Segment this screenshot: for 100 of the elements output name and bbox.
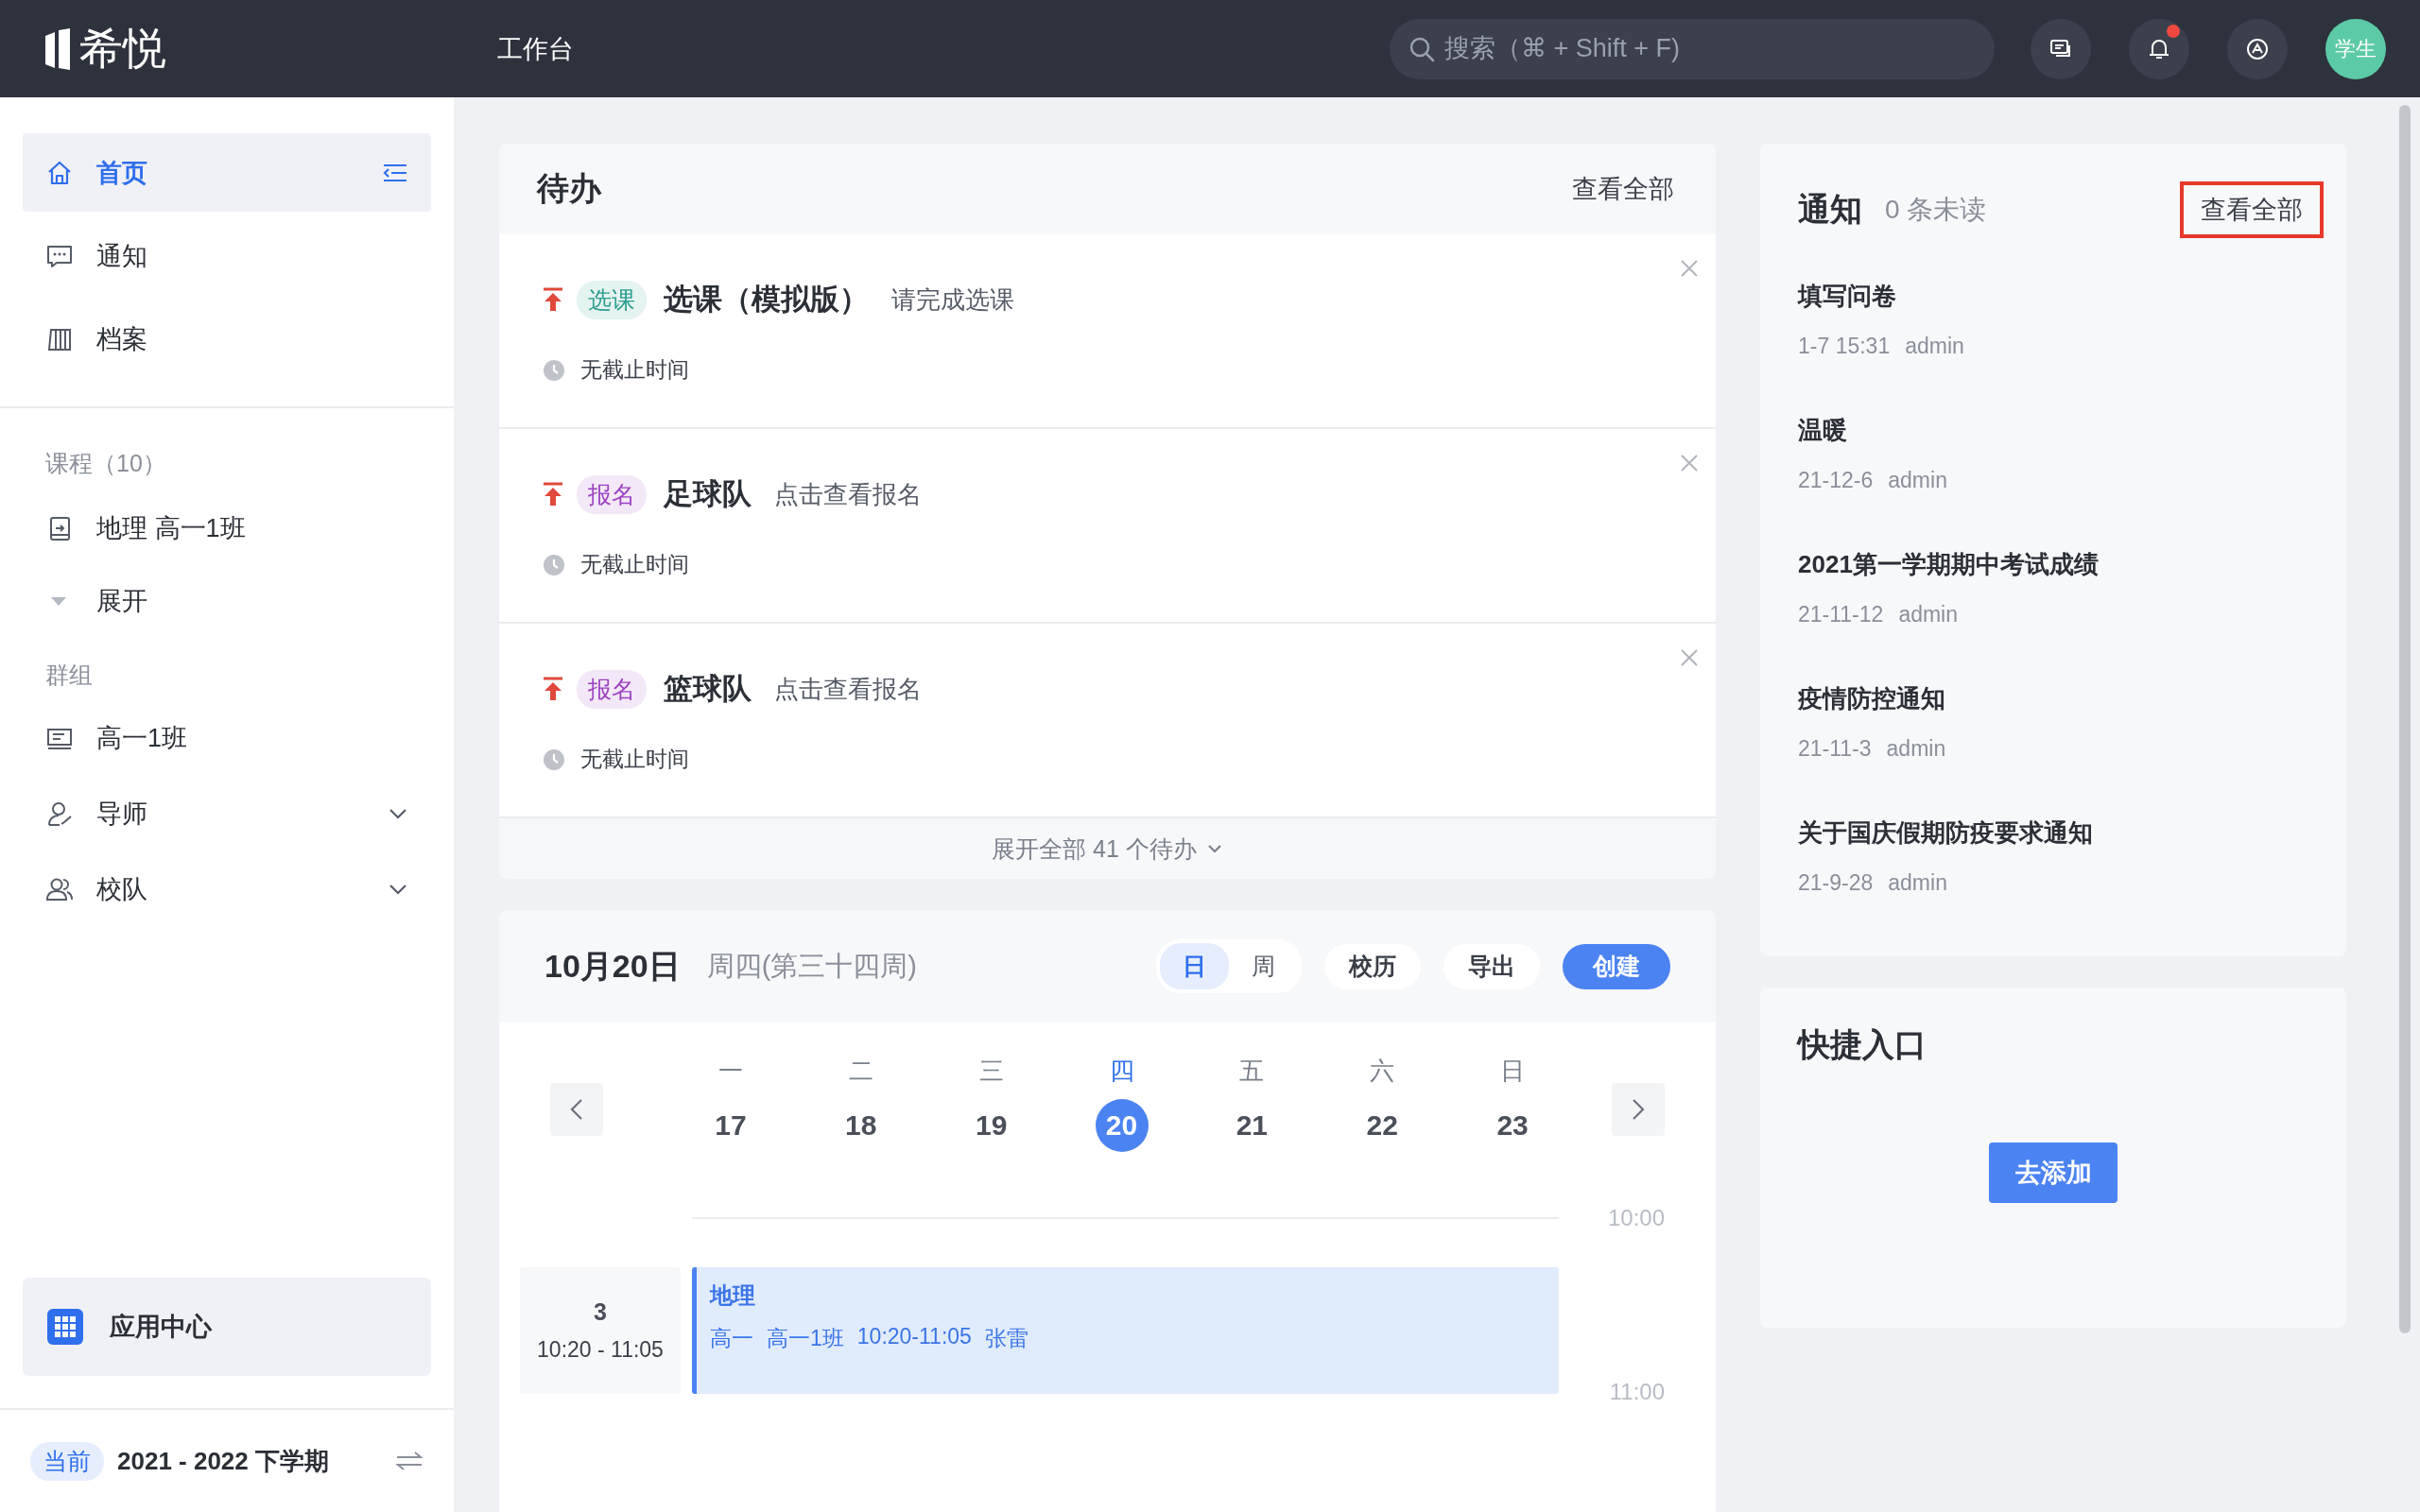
triangle-icon [49, 595, 68, 607]
notice-author: admin [1888, 870, 1947, 896]
collapse-menu-icon[interactable] [382, 162, 408, 183]
sidebar-item[interactable]: 高一1班 [23, 700, 431, 776]
notice-title: 填写问卷 [1798, 281, 1897, 312]
sidebar-item[interactable]: 校队 [23, 851, 431, 927]
close-icon[interactable] [1680, 648, 1699, 667]
day-number: 20 [1095, 1099, 1149, 1152]
todo-hint: 点击查看报名 [774, 673, 922, 705]
day-cell[interactable]: 三 19 [925, 1055, 1057, 1152]
notice-item[interactable]: 2021第一学期期中考试成绩 21-11-12 admin [1798, 525, 2324, 660]
notice-item[interactable]: 关于国庆假期防疫要求通知 21-9-28 admin [1798, 794, 2324, 928]
view-all-link[interactable]: 查看全部 [2180, 181, 2324, 238]
unread-count: 0 条未读 [1885, 194, 1987, 226]
person-icon [45, 799, 74, 828]
category-tag: 报名 [577, 669, 647, 709]
clock-icon [543, 358, 565, 382]
category-tag: 选课 [577, 280, 647, 319]
search-field[interactable]: 搜索（⌘ + Shift + F) [1390, 18, 1995, 79]
view-tab[interactable]: 日 [1160, 943, 1229, 989]
chevron-left-icon [570, 1098, 583, 1121]
swap-icon[interactable] [395, 1450, 424, 1472]
notice-date: 1-7 15:31 [1798, 334, 1891, 359]
day-number: 22 [1365, 1108, 1399, 1143]
scrollbar[interactable] [2399, 105, 2411, 1333]
sidebar-item[interactable]: 导师 [23, 776, 431, 851]
day-cell[interactable]: 五 21 [1186, 1055, 1318, 1152]
time-label: 11:00 [1608, 1379, 1665, 1405]
calendar-button[interactable]: 校历 [1324, 943, 1421, 989]
add-shortcut-button[interactable]: 去添加 [1989, 1143, 2118, 1203]
chevron-icon[interactable] [388, 883, 408, 896]
app-center-button[interactable]: 应用中心 [23, 1278, 431, 1376]
todo-item[interactable]: 选课 选课（模拟版） 请完成选课 无截止时间 [499, 234, 1716, 429]
weekday-label: 日 [1500, 1056, 1526, 1087]
notice-author: admin [1888, 468, 1947, 493]
sidebar-item[interactable]: 档案 [23, 300, 431, 378]
notice-date: 21-11-3 [1798, 736, 1872, 762]
pin-top-icon [543, 287, 563, 312]
notice-author: admin [1905, 334, 1964, 359]
create-button[interactable]: 创建 [1563, 943, 1670, 989]
todo-hint: 请完成选课 [891, 284, 1014, 316]
event-detail: 10:20-11:05 [856, 1324, 972, 1350]
notice-author: admin [1886, 736, 1946, 762]
current-badge: 当前 [30, 1441, 104, 1481]
time-label: 10:00 [1606, 1205, 1665, 1231]
todo-title: 足球队 [664, 476, 752, 512]
view-tab[interactable]: 周 [1229, 943, 1298, 989]
sidebar-item[interactable]: 首页 [23, 133, 431, 212]
event-detail: 高一1班 [767, 1325, 844, 1352]
pin-top-icon [543, 482, 563, 507]
day-cell[interactable]: 一 17 [666, 1055, 796, 1152]
weekday-label: 一 [717, 1056, 743, 1087]
weekday-label: 六 [1370, 1056, 1395, 1087]
day-number: 17 [714, 1108, 748, 1143]
expand-all-button[interactable]: 展开全部 41 个待办 [499, 818, 1716, 879]
weekday-label: 四 [1109, 1056, 1134, 1087]
view-all-link[interactable]: 查看全部 [1572, 172, 1674, 206]
expand-toggle[interactable]: 展开 [23, 567, 431, 635]
day-number: 23 [1495, 1108, 1530, 1143]
sidebar-item[interactable]: 地理 高一1班 [23, 489, 431, 567]
card-title: 通知 [1798, 190, 1862, 229]
calendar-date: 10月20日 [544, 946, 681, 986]
notice-title: 疫情防控通知 [1798, 683, 1946, 714]
close-icon[interactable] [1680, 454, 1699, 472]
section-heading: 群组 [44, 661, 94, 690]
todo-title: 篮球队 [664, 671, 752, 707]
notice-item[interactable]: 疫情防控通知 21-11-3 admin [1798, 660, 2324, 794]
todo-item[interactable]: 报名 篮球队 点击查看报名 无截止时间 [499, 624, 1716, 818]
search-icon [1409, 35, 1435, 62]
category-tag: 报名 [577, 474, 647, 514]
weekday-label: 三 [978, 1056, 1004, 1087]
notice-title: 2021第一学期期中考试成绩 [1798, 549, 2100, 580]
notice-title: 关于国庆假期防疫要求通知 [1798, 817, 2094, 849]
deadline-text: 无截止时间 [580, 356, 689, 384]
card-title: 待办 [537, 169, 601, 208]
todo-title: 选课（模拟版） [664, 282, 869, 318]
notice-item[interactable]: 填写问卷 1-7 15:31 admin [1798, 257, 2324, 391]
sidebar-item[interactable]: 通知 [23, 216, 431, 295]
day-number: 19 [974, 1108, 1009, 1143]
day-cell[interactable]: 六 22 [1317, 1055, 1448, 1152]
weekday-label: 五 [1239, 1056, 1265, 1087]
chevron-icon[interactable] [388, 807, 408, 820]
notice-title: 温暖 [1798, 415, 1848, 446]
workspace-title[interactable]: 工作台 [497, 31, 574, 66]
day-number: 21 [1235, 1108, 1270, 1143]
card-title: 快捷入口 [1798, 1025, 1927, 1064]
day-cell[interactable]: 四 20 [1056, 1055, 1187, 1152]
todo-item[interactable]: 报名 足球队 点击查看报名 无截止时间 [499, 429, 1716, 624]
calendar-event[interactable]: 地理 高一 高一1班 10:20-11:05 张雷 [692, 1267, 1559, 1394]
event-detail: 张雷 [984, 1325, 1028, 1352]
calendar-button[interactable]: 导出 [1443, 943, 1540, 989]
chevron-right-icon [1632, 1098, 1645, 1121]
pin-top-icon [543, 677, 563, 701]
period-number: 3 [594, 1298, 607, 1326]
day-cell[interactable]: 二 18 [795, 1055, 926, 1152]
deadline-text: 无截止时间 [580, 551, 689, 578]
notice-item[interactable]: 温暖 21-12-6 admin [1798, 391, 2324, 525]
close-icon[interactable] [1680, 259, 1699, 278]
day-cell[interactable]: 日 23 [1447, 1055, 1578, 1152]
logo-icon [43, 27, 72, 70]
